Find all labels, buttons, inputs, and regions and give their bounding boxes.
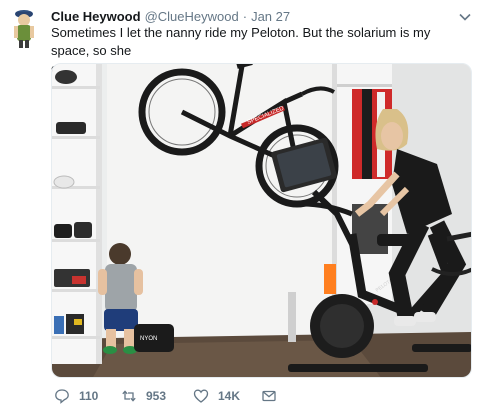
tweet-date[interactable]: Jan 27: [251, 9, 290, 24]
tweet-photo[interactable]: SPECIALIZED NYON PELOTON: [51, 63, 472, 378]
separator-dot: ·: [242, 8, 248, 24]
reply-count: 110: [79, 389, 99, 403]
tweet-header: Clue Heywood @ClueHeywood · Jan 27: [51, 7, 470, 25]
tweet-text-line: Sometimes I let the nanny ride my Peloto…: [51, 25, 431, 58]
retweet-button[interactable]: 953: [121, 388, 187, 404]
envelope-icon: [262, 390, 276, 402]
like-count: 14K: [218, 389, 241, 403]
retweet-count: 953: [146, 389, 167, 403]
display-name[interactable]: Clue Heywood: [51, 9, 141, 24]
heart-icon: [193, 389, 209, 403]
tweet-actions: 110 953 14K: [51, 386, 470, 406]
user-handle[interactable]: @ClueHeywood: [145, 9, 239, 24]
reply-button[interactable]: 110: [54, 388, 114, 404]
direct-message-button[interactable]: [261, 388, 277, 404]
chevron-down-icon[interactable]: [458, 10, 472, 24]
avatar[interactable]: [10, 5, 38, 49]
retweet-icon: [122, 390, 136, 402]
reply-icon: [55, 389, 69, 404]
bag-label: NYON: [140, 336, 157, 342]
like-button[interactable]: 14K: [193, 388, 259, 404]
tweet-card: Clue Heywood @ClueHeywood · Jan 27 Somet…: [0, 0, 480, 411]
